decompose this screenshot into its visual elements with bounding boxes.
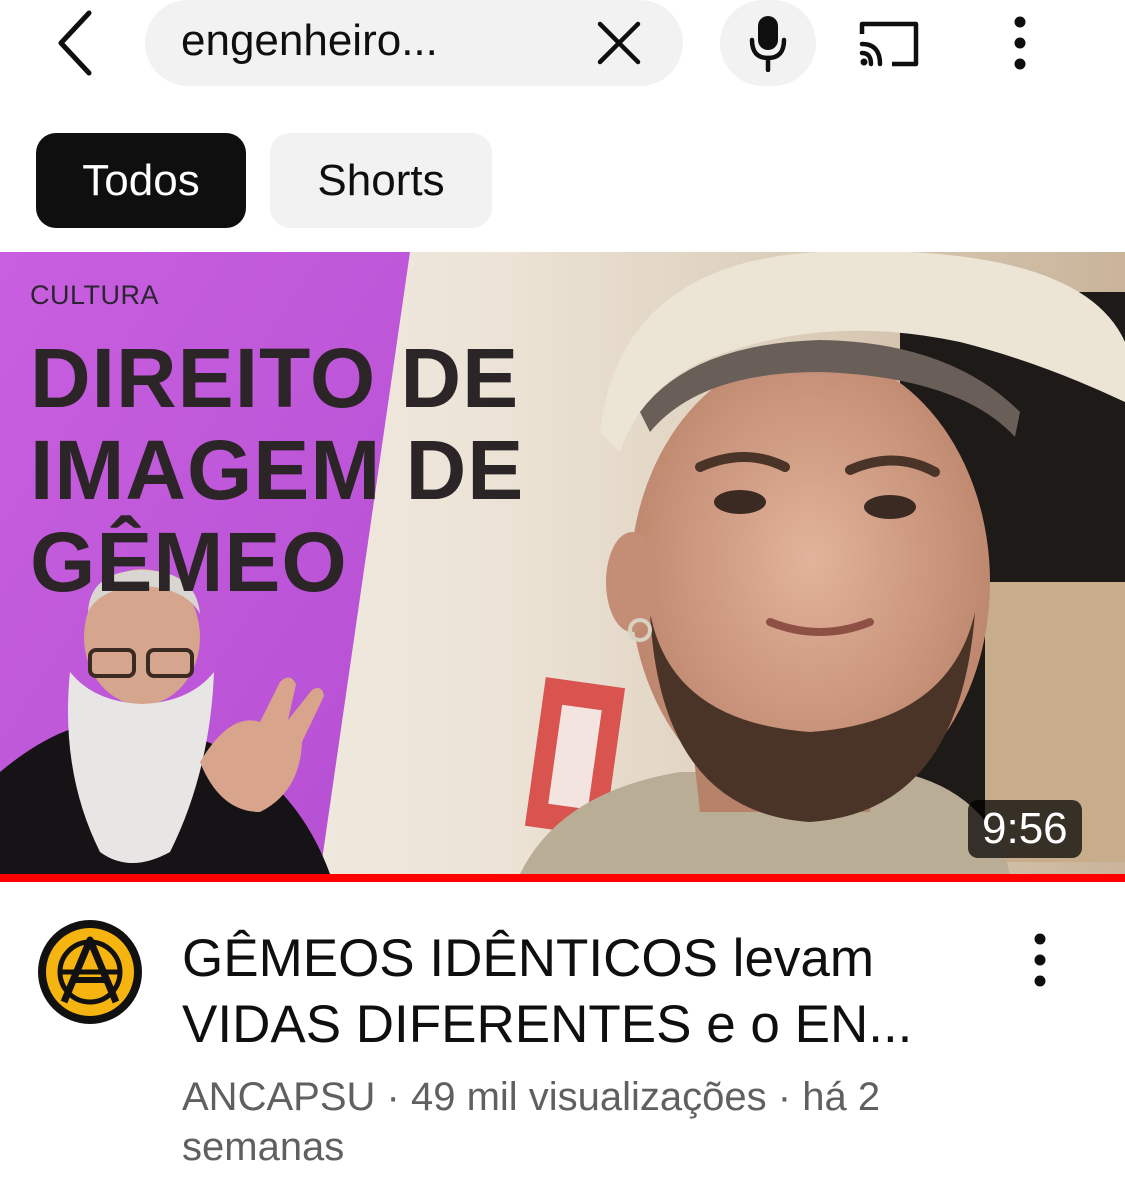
thumbnail-headline-line: GÊMEO xyxy=(30,515,348,609)
clear-search-button[interactable] xyxy=(589,14,649,72)
video-title[interactable]: GÊMEOS IDÊNTICOS levam VIDAS DIFERENTES … xyxy=(182,926,972,1058)
channel-avatar[interactable] xyxy=(38,920,142,1024)
video-menu-button[interactable] xyxy=(1015,925,1065,995)
view-count: 49 mil visualizações xyxy=(410,1075,767,1119)
search-box[interactable]: engenheiro... xyxy=(145,0,683,86)
cast-button[interactable] xyxy=(848,8,928,78)
more-vertical-icon xyxy=(1014,16,1026,70)
upload-age: há 2 xyxy=(802,1075,881,1119)
close-icon xyxy=(597,21,641,65)
cast-icon xyxy=(859,21,919,67)
channel-name[interactable]: ANCAPSU xyxy=(182,1075,375,1119)
meta-separator: · xyxy=(777,1075,792,1119)
watch-progress-bar xyxy=(0,874,1125,882)
chip-todos[interactable]: Todos xyxy=(36,133,246,228)
microphone-icon xyxy=(749,16,787,72)
video-title-line: VIDAS DIFERENTES e o EN... xyxy=(182,995,913,1054)
chevron-left-icon xyxy=(58,10,92,76)
thumbnail-headline-line: DIREITO DE xyxy=(30,331,520,425)
upload-age-unit: semanas xyxy=(182,1125,345,1169)
video-metadata: ANCAPSU · 49 mil visualizações · há 2 se… xyxy=(182,1072,982,1172)
thumbnail-kicker: CULTURA xyxy=(30,280,160,310)
more-options-button[interactable] xyxy=(990,8,1050,78)
thumbnail-headline: DIREITO DE IMAGEM DE GÊMEO xyxy=(30,332,630,608)
ancap-logo-icon xyxy=(40,922,140,1022)
voice-search-button[interactable] xyxy=(720,0,816,86)
video-title-line: GÊMEOS IDÊNTICOS levam xyxy=(182,929,875,988)
chip-shorts[interactable]: Shorts xyxy=(270,133,492,228)
video-duration-badge: 9:56 xyxy=(968,800,1082,858)
top-bar: engenheiro... xyxy=(0,0,1125,100)
video-thumbnail[interactable]: CULTURA DIREITO DE IMAGEM DE GÊMEO 9:56 xyxy=(0,252,1125,874)
more-vertical-icon xyxy=(1034,933,1046,987)
search-query[interactable]: engenheiro... xyxy=(181,14,438,68)
meta-separator: · xyxy=(386,1075,400,1119)
back-button[interactable] xyxy=(40,2,110,82)
thumbnail-headline-line: IMAGEM DE xyxy=(30,423,525,517)
